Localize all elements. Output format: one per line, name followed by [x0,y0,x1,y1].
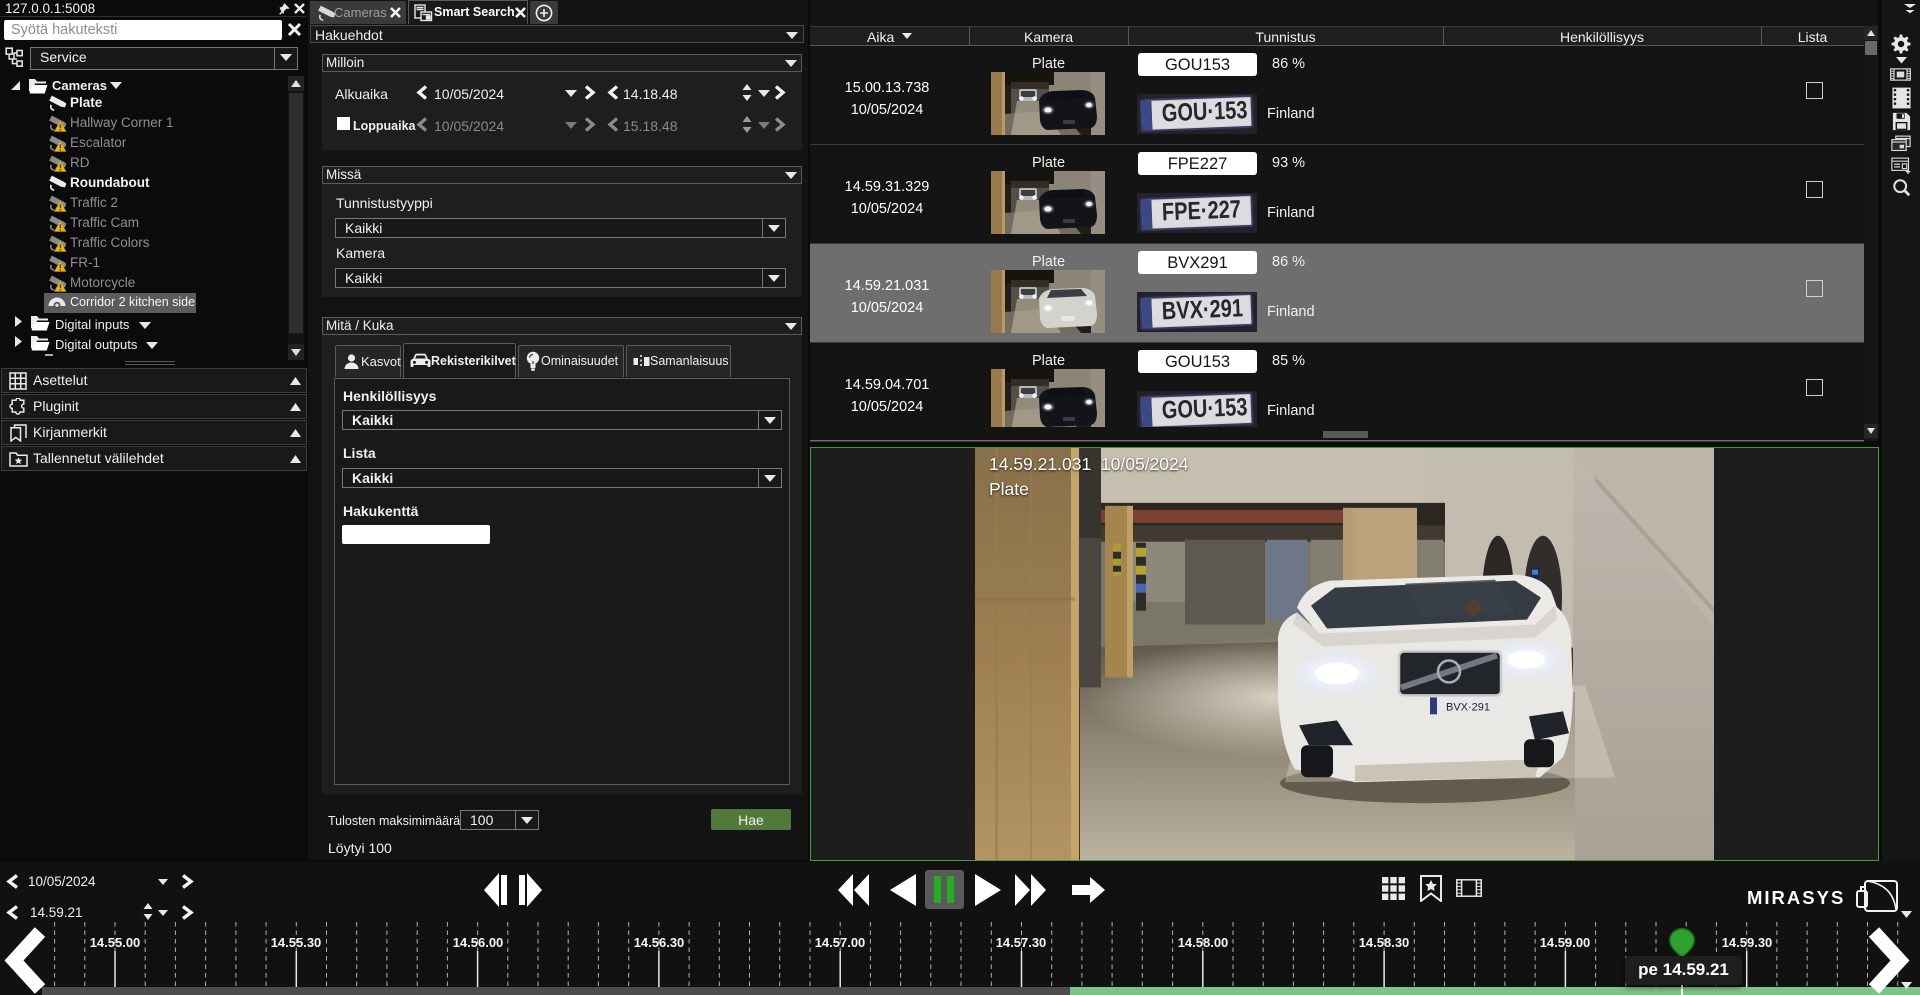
svg-text:BVX·291: BVX·291 [1446,701,1490,713]
